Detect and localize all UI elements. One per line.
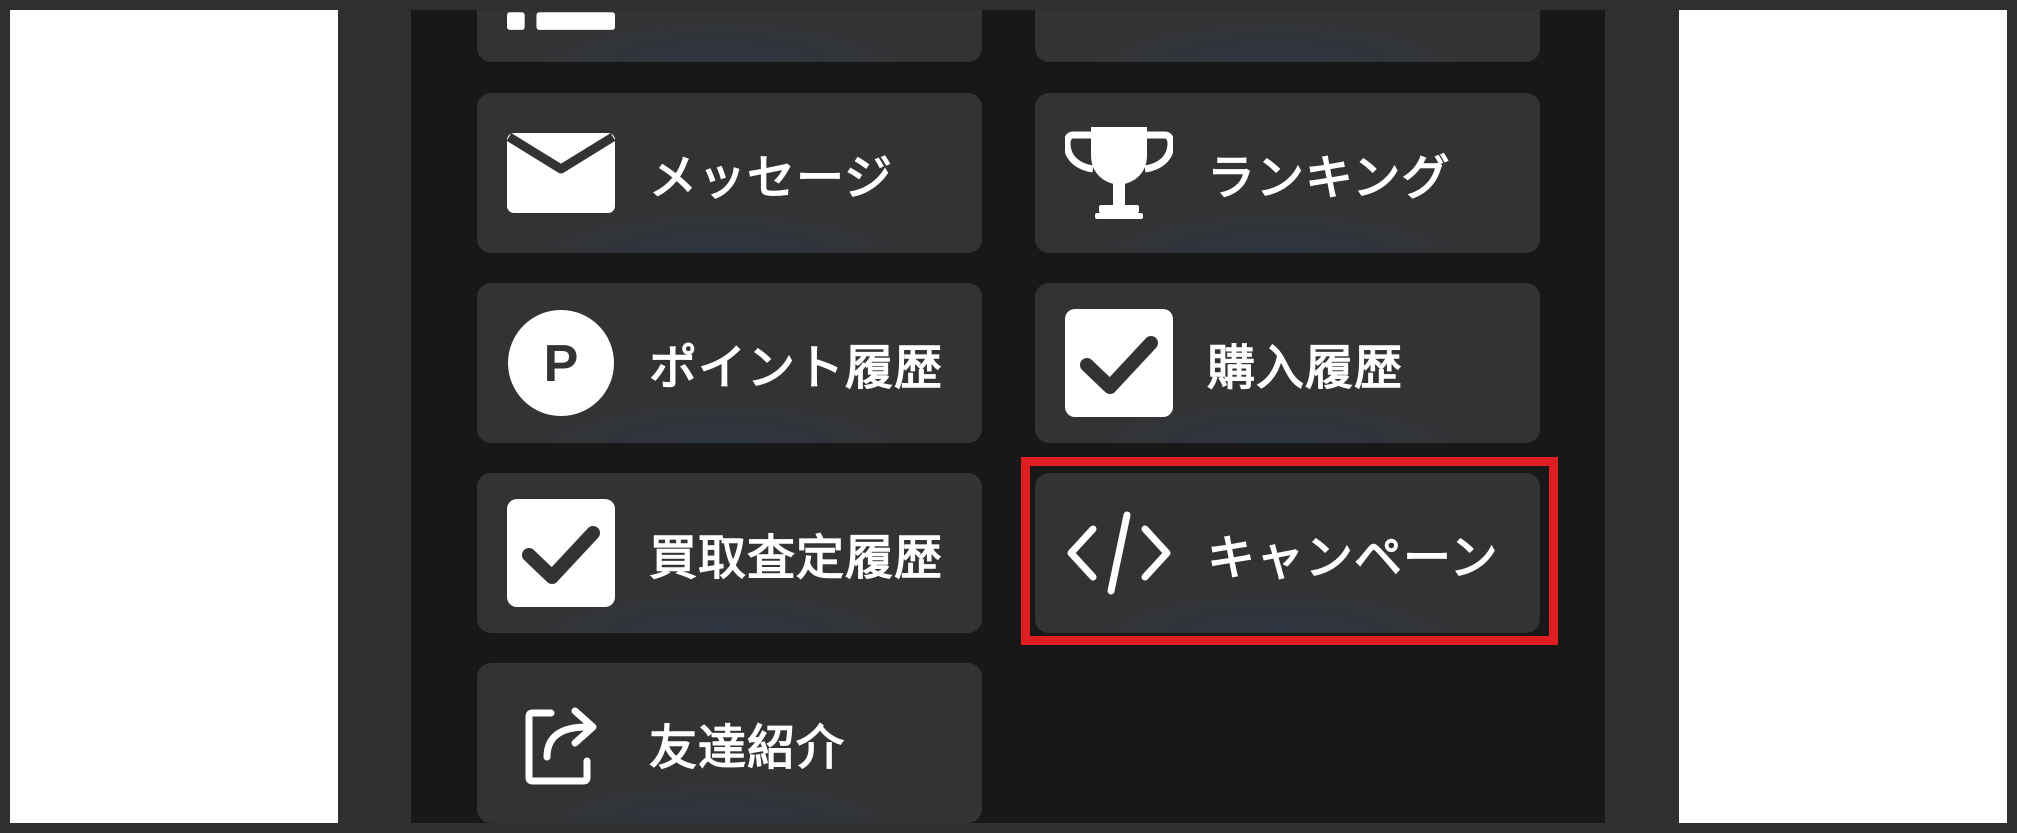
menu-item-label: キャンペーン — [1207, 530, 1499, 586]
checkbox-checked-icon — [507, 499, 615, 607]
menu-card-partial-left[interactable] — [477, 10, 982, 62]
menu-card-partial-right[interactable] — [1035, 10, 1540, 62]
menu-item-campaign[interactable]: キャンペーン — [1035, 473, 1540, 633]
point-circle-icon: P — [507, 309, 615, 417]
menu-grid: メッセージ ランキング P ポイント履歴 購入履歴 買取査定履歴 キャンペーン … — [411, 10, 1605, 823]
left-white-panel — [10, 10, 338, 823]
menu-item-ranking[interactable]: ランキング — [1035, 93, 1540, 253]
menu-item-appraisal-history[interactable]: 買取査定履歴 — [477, 473, 982, 633]
share-icon — [507, 689, 615, 797]
menu-item-point-history[interactable]: P ポイント履歴 — [477, 283, 982, 443]
menu-item-label: ランキング — [1207, 150, 1451, 206]
trophy-icon — [1065, 119, 1173, 227]
menu-item-purchase-history[interactable]: 購入履歴 — [1035, 283, 1540, 443]
point-icon-glyph: P — [544, 335, 579, 393]
envelope-icon — [507, 119, 615, 227]
menu-item-label: 買取査定履歴 — [649, 530, 944, 586]
menu-item-message[interactable]: メッセージ — [477, 93, 982, 253]
right-white-panel — [1679, 10, 2007, 823]
menu-item-referral[interactable]: 友達紹介 — [477, 663, 982, 823]
menu-item-label: 友達紹介 — [649, 720, 846, 776]
menu-item-label: 購入履歴 — [1207, 340, 1404, 396]
code-icon — [1065, 499, 1173, 607]
list-icon — [507, 10, 615, 80]
menu-item-label: ポイント履歴 — [649, 340, 944, 396]
image-placeholder-icon — [1065, 10, 1173, 30]
menu-item-label: メッセージ — [649, 150, 894, 206]
checkbox-checked-icon — [1065, 309, 1173, 417]
